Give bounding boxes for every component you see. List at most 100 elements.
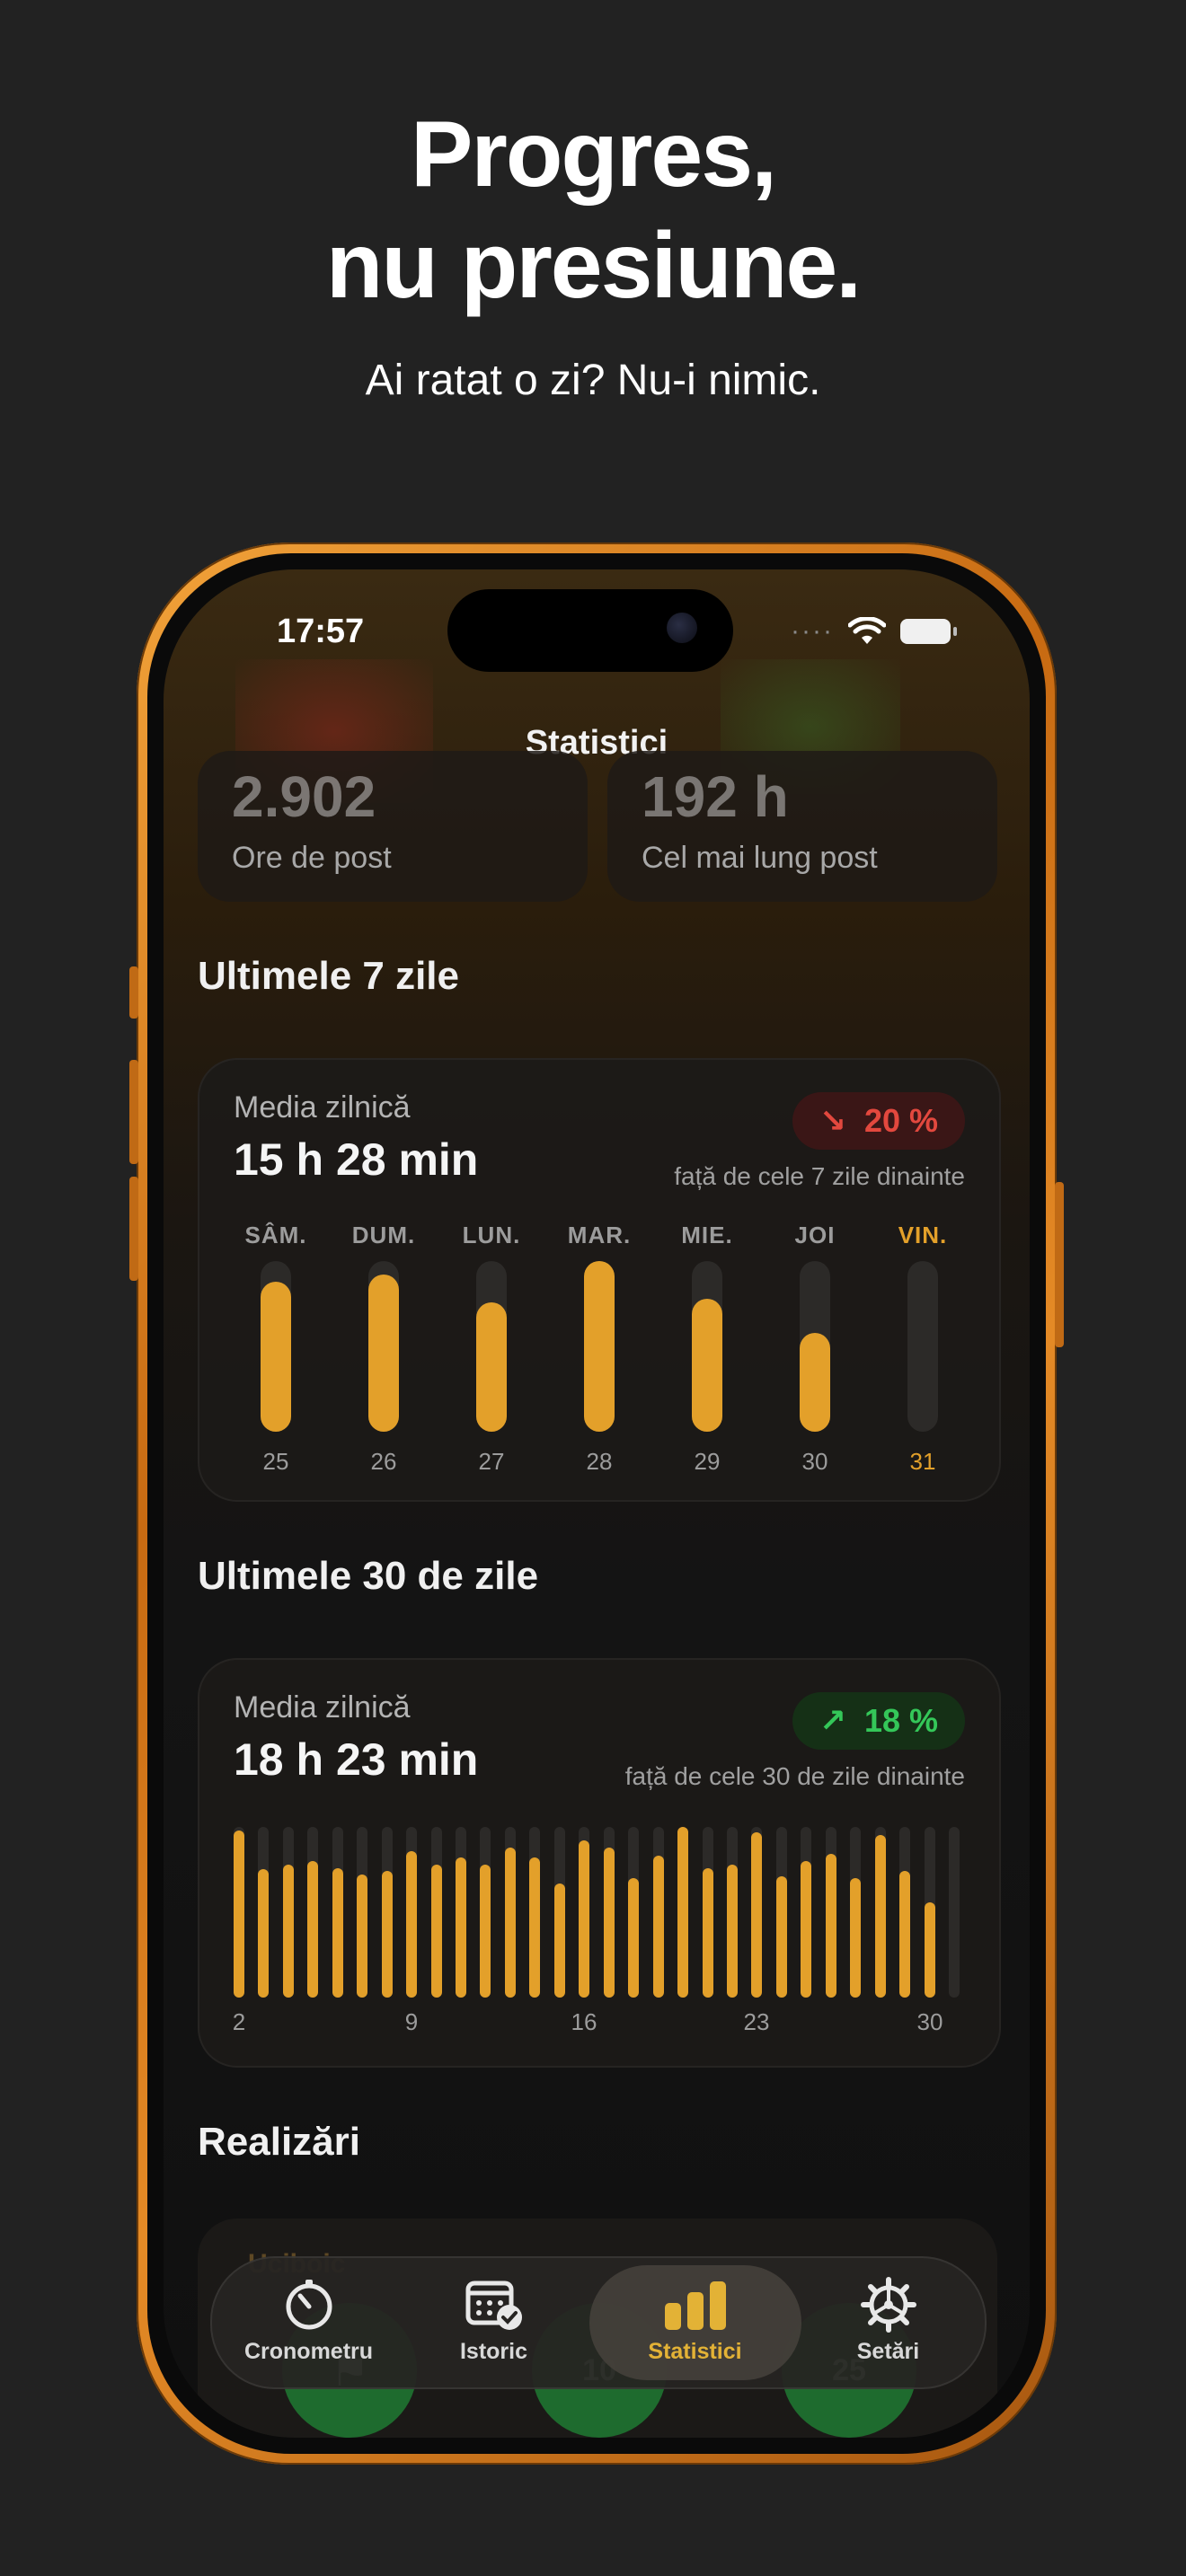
month-bar xyxy=(357,1875,367,1998)
day-column[interactable]: LUN. 27 xyxy=(438,1222,545,1482)
month-bar xyxy=(258,1869,269,1998)
month-tick-label: 9 xyxy=(404,2008,419,2035)
arrow-up-right-icon: ↗ xyxy=(819,1702,846,1739)
tab-label: Setări xyxy=(856,2339,920,2364)
chart-bars-icon xyxy=(598,2278,792,2332)
day-number-label: 29 xyxy=(694,1448,721,1475)
tab-label: Istoric xyxy=(459,2339,528,2364)
month-bar xyxy=(456,1857,466,1998)
day-column[interactable]: VIN. 31 xyxy=(869,1222,977,1482)
day-number-label: 30 xyxy=(801,1448,828,1475)
day-bar xyxy=(800,1333,830,1432)
stat-label: Ore de post xyxy=(232,841,392,875)
battery-icon xyxy=(900,619,957,644)
month-bar xyxy=(554,1883,565,1998)
day-name-label: LUN. xyxy=(462,1222,521,1248)
week-trend-compare: față de cele 7 zile dinainte xyxy=(674,1162,965,1190)
month-bar xyxy=(283,1865,294,1998)
month-bar xyxy=(653,1856,664,1998)
month-bar xyxy=(850,1878,861,1998)
day-number-label: 31 xyxy=(909,1448,936,1475)
day-name-label: DUM. xyxy=(351,1222,416,1248)
month-tick-label: 2 xyxy=(232,2008,246,2035)
stat-value: 2.902 xyxy=(232,764,376,829)
tab-setari[interactable]: Setări xyxy=(792,2258,985,2387)
month-bar xyxy=(826,1854,836,1998)
day-column[interactable]: MAR. 28 xyxy=(545,1222,653,1482)
day-bar xyxy=(261,1282,291,1432)
stat-label: Cel mai lung post xyxy=(642,841,878,875)
hero-title-line-2: nu presiune. xyxy=(325,214,862,318)
month-bar xyxy=(332,1868,343,1998)
stat-value: 192 h xyxy=(642,764,789,829)
gear-icon xyxy=(792,2277,985,2333)
tab-istoric[interactable]: Istoric xyxy=(397,2258,590,2387)
day-number-label: 25 xyxy=(262,1448,289,1475)
day-bar-track xyxy=(907,1261,938,1432)
tab-statistici[interactable]: Statistici xyxy=(598,2258,792,2387)
week-bar-chart: SÂM. 25 DUM. 26 LUN. 27 MAR. 28 MIE. 29 JOI 30 VIN. 3… xyxy=(199,1222,999,1482)
calendar-check-icon xyxy=(397,2278,590,2332)
month-bar xyxy=(505,1848,516,1998)
tab-cronometru[interactable]: Cronometru xyxy=(212,2258,405,2387)
action-button xyxy=(129,966,138,1019)
month-bar xyxy=(727,1865,738,1998)
day-column[interactable]: MIE. 29 xyxy=(653,1222,761,1482)
day-column[interactable]: JOI 30 xyxy=(761,1222,869,1482)
hero-title-line-1: Progres, xyxy=(411,102,777,207)
month-bar xyxy=(899,1871,910,1998)
week-average-value: 15 h 28 min xyxy=(234,1134,479,1185)
month-trend-value: 18 % xyxy=(863,1702,938,1739)
hero-title: Progres, nu presiune. xyxy=(0,99,1186,322)
day-name-label: MAR. xyxy=(567,1222,632,1248)
month-bar xyxy=(776,1876,787,1998)
power-button xyxy=(1055,1182,1064,1347)
month-bar xyxy=(875,1835,886,1998)
day-name-label: VIN. xyxy=(898,1222,948,1248)
month-bar xyxy=(307,1861,318,1998)
month-card[interactable]: Media zilnică 18 h 23 min ↗ 18 % față de… xyxy=(198,1658,1001,2068)
week-card[interactable]: Media zilnică 15 h 28 min ↘ 20 % față de… xyxy=(198,1058,1001,1502)
day-number-label: 27 xyxy=(478,1448,505,1475)
month-bar xyxy=(677,1827,688,1998)
phone-screen: 17:57 ···· Statistici 2.902 Ore de post … xyxy=(164,569,1030,2438)
week-average-label: Media zilnică xyxy=(234,1090,411,1125)
day-number-label: 28 xyxy=(586,1448,613,1475)
volume-down-button xyxy=(129,1177,138,1281)
month-bar xyxy=(579,1840,589,1998)
month-bar xyxy=(604,1848,615,1998)
week-trend-value: 20 % xyxy=(863,1102,938,1139)
day-bar xyxy=(584,1261,615,1432)
month-bar xyxy=(431,1865,442,1998)
month-bar xyxy=(234,1831,244,1998)
day-name-label: SÂM. xyxy=(244,1222,307,1248)
month-bar xyxy=(801,1861,811,1998)
day-bar xyxy=(368,1275,399,1432)
day-number-label: 26 xyxy=(370,1448,397,1475)
day-column[interactable]: SÂM. 25 xyxy=(222,1222,330,1482)
cellular-signal-icon: ···· xyxy=(791,616,834,646)
section-title-7-days: Ultimele 7 zile xyxy=(198,954,460,998)
month-tick-label: 23 xyxy=(743,2008,770,2035)
day-bar xyxy=(692,1299,722,1432)
month-average-label: Media zilnică xyxy=(234,1690,411,1725)
month-bar xyxy=(703,1868,713,1998)
tab-label: Statistici xyxy=(648,2339,742,2364)
month-trend-compare: față de cele 30 de zile dinainte xyxy=(624,1762,965,1790)
wifi-icon xyxy=(848,617,886,644)
month-average-value: 18 h 23 min xyxy=(234,1734,479,1785)
month-bar-track xyxy=(949,1827,960,1998)
month-bar xyxy=(529,1857,540,1998)
tab-label: Cronometru xyxy=(243,2339,374,2364)
tab-bar: Cronometru Istoric Statistici Setări xyxy=(210,2256,987,2389)
stat-card-hours: 2.902 Ore de post xyxy=(198,751,588,902)
month-bar-chart: 2 9 16 23 30 xyxy=(233,1827,965,2042)
month-bar xyxy=(480,1865,491,1998)
volume-up-button xyxy=(129,1060,138,1164)
day-column[interactable]: DUM. 26 xyxy=(330,1222,438,1482)
month-bar xyxy=(406,1851,417,1998)
timer-icon xyxy=(212,2278,405,2332)
month-bar xyxy=(382,1871,393,1998)
section-title-achievements: Realizări xyxy=(198,2120,360,2164)
status-indicators: ···· xyxy=(791,616,957,647)
